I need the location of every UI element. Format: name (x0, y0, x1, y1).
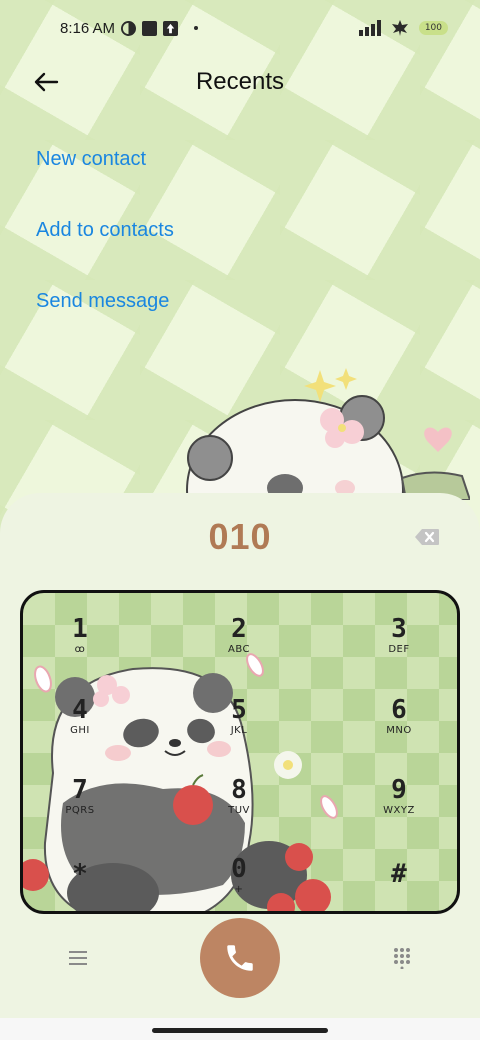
key-letters: JKL (230, 724, 248, 736)
backspace-icon (415, 529, 439, 545)
new-contact-link[interactable]: New contact (36, 148, 146, 171)
dial-key-0[interactable]: 0 + (189, 835, 289, 911)
key-letters: WXYZ (383, 804, 415, 816)
battery-indicator: 100 (418, 21, 448, 35)
dialed-number[interactable]: 010 (0, 516, 480, 558)
page-title: Recents (195, 68, 285, 95)
leaf-icon (391, 20, 408, 36)
key-letters: DEF (388, 643, 410, 655)
backspace-button[interactable] (414, 528, 440, 546)
key-letters: PQRS (65, 804, 95, 816)
key-letters: TUV (228, 804, 250, 816)
phone-icon (227, 945, 253, 971)
voicemail-icon: ꝏ (74, 643, 86, 655)
key-digit: 5 (231, 694, 247, 725)
data-saver-icon (121, 20, 137, 36)
key-digit: * (72, 859, 88, 889)
dial-key-star[interactable]: * (30, 835, 130, 911)
dialpad-icon (394, 948, 410, 969)
menu-button[interactable] (62, 944, 94, 972)
dial-key-8[interactable]: 8 TUV (189, 756, 289, 836)
status-time: 8:16 AM (60, 19, 116, 37)
key-digit: 0 (231, 853, 247, 884)
menu-icon (69, 951, 87, 965)
key-letters: ABC (227, 643, 250, 655)
dial-key-7[interactable]: 7 PQRS (30, 756, 130, 836)
dot-icon (194, 26, 199, 30)
key-letters: + (234, 883, 244, 895)
dial-key-9[interactable]: 9 WXYZ (349, 756, 449, 836)
add-to-contacts-link[interactable]: Add to contacts (36, 219, 174, 242)
key-letters: GHI (70, 724, 90, 736)
key-digit: 8 (231, 774, 247, 805)
key-digit: 4 (72, 694, 88, 725)
dial-key-1[interactable]: 1 ꝏ (30, 595, 130, 675)
square-notification-icon (142, 20, 158, 36)
dial-key-hash[interactable]: # (349, 835, 449, 911)
panda-wallpaper-illustration (186, 368, 470, 500)
dialer-bottom-bar (0, 916, 480, 1006)
header: Recents (0, 56, 480, 108)
system-nav-bar (0, 1018, 480, 1040)
dial-key-2[interactable]: 2 ABC (189, 595, 289, 675)
key-digit: # (391, 859, 407, 889)
dial-key-4[interactable]: 4 GHI (30, 676, 130, 756)
dial-key-6[interactable]: 6 MNO (349, 676, 449, 756)
key-letters: MNO (386, 724, 412, 736)
key-digit: 7 (72, 774, 88, 805)
status-bar: 8:16 AM 100 (0, 0, 480, 56)
dialpad-toggle-button[interactable] (386, 942, 418, 974)
send-message-link[interactable]: Send message (36, 290, 169, 313)
key-digit: 3 (391, 613, 407, 644)
key-digit: 1 (72, 613, 88, 644)
signal-icon (358, 20, 381, 36)
dialpad: 1 ꝏ 2 ABC 3 DEF 4 GHI 5 JKL 6 MNO 7 PQRS… (20, 590, 460, 914)
call-button[interactable] (200, 918, 280, 998)
key-digit: 2 (231, 613, 247, 644)
key-digit: 6 (391, 694, 407, 725)
key-digit: 9 (391, 774, 407, 805)
dial-key-3[interactable]: 3 DEF (349, 595, 449, 675)
dial-key-5[interactable]: 5 JKL (189, 676, 289, 756)
home-gesture-handle[interactable] (152, 1028, 328, 1033)
upload-icon (163, 20, 179, 36)
